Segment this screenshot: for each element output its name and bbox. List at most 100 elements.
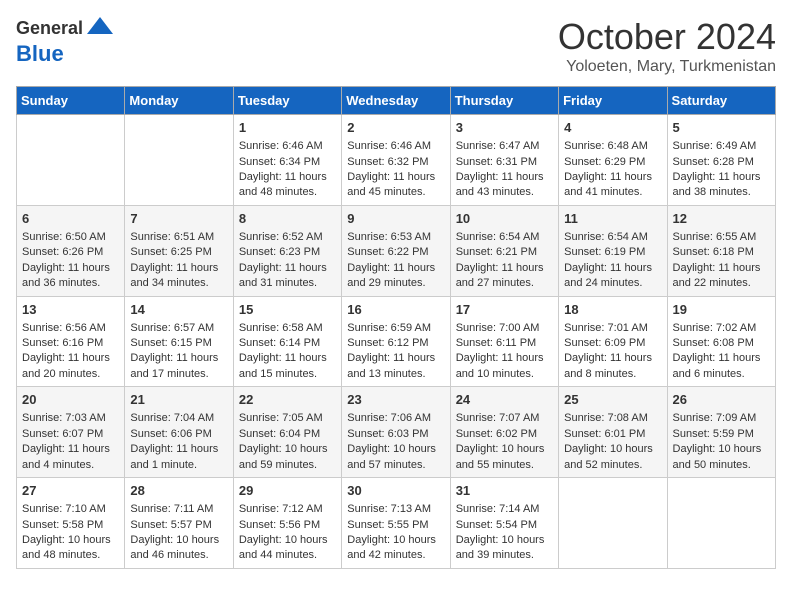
daylight-text: Daylight: 11 hours and 10 minutes. [456, 351, 553, 382]
daylight-text: Daylight: 11 hours and 8 minutes. [564, 351, 661, 382]
calendar-cell: 7Sunrise: 6:51 AMSunset: 6:25 PMDaylight… [125, 205, 233, 296]
sunset-text: Sunset: 6:15 PM [130, 336, 227, 351]
day-number: 1 [239, 119, 336, 137]
sunrise-text: Sunrise: 6:46 AM [347, 139, 444, 154]
page-header: General Blue October 2024 Yoloeten, Mary… [16, 16, 776, 76]
calendar-cell: 14Sunrise: 6:57 AMSunset: 6:15 PMDayligh… [125, 296, 233, 387]
day-number: 6 [22, 210, 119, 228]
weekday-header-row: SundayMondayTuesdayWednesdayThursdayFrid… [17, 87, 776, 115]
sunset-text: Sunset: 6:28 PM [673, 155, 770, 170]
sunset-text: Sunset: 6:21 PM [456, 245, 553, 260]
sunrise-text: Sunrise: 7:10 AM [22, 502, 119, 517]
daylight-text: Daylight: 11 hours and 15 minutes. [239, 351, 336, 382]
month-title: October 2024 [558, 16, 776, 58]
calendar-cell: 18 Sunrise: 7:01 AMSunset: 6:09 PMDayligh… [559, 296, 667, 387]
calendar-cell: 16Sunrise: 6:59 AMSunset: 6:12 PMDayligh… [342, 296, 450, 387]
calendar-cell: 9Sunrise: 6:53 AMSunset: 6:22 PMDaylight… [342, 205, 450, 296]
daylight-text: Daylight: 10 hours and 57 minutes. [347, 442, 444, 473]
daylight-text: Daylight: 10 hours and 48 minutes. [22, 533, 119, 564]
day-number: 9 [347, 210, 444, 228]
calendar-cell: 20 Sunrise: 7:03 AMSunset: 6:07 PMDayligh… [17, 387, 125, 478]
day-number: 25 [564, 391, 661, 409]
daylight-text: Daylight: 10 hours and 50 minutes. [673, 442, 770, 473]
calendar-cell: 31Sunrise: 7:14 AMSunset: 5:54 PMDayligh… [450, 478, 558, 569]
daylight-text: Daylight: 11 hours and 43 minutes. [456, 170, 553, 201]
sunrise-text: Sunrise: 6:49 AM [673, 139, 770, 154]
location-subtitle: Yoloeten, Mary, Turkmenistan [558, 58, 776, 76]
sunrise-text: Sunrise: 6:50 AM [22, 230, 119, 245]
calendar-cell: 2Sunrise: 6:46 AMSunset: 6:32 PMDaylight… [342, 115, 450, 206]
calendar-cell: 22Sunrise: 7:05 AMSunset: 6:04 PMDayligh… [233, 387, 341, 478]
sunrise-text: Sunrise: 7:01 AM [564, 321, 661, 336]
daylight-text: Daylight: 11 hours and 27 minutes. [456, 261, 553, 292]
calendar-cell: 24Sunrise: 7:07 AMSunset: 6:02 PMDayligh… [450, 387, 558, 478]
logo-icon [85, 12, 115, 42]
day-number: 24 [456, 391, 553, 409]
calendar-cell: 6Sunrise: 6:50 AMSunset: 6:26 PMDaylight… [17, 205, 125, 296]
daylight-text: Daylight: 10 hours and 52 minutes. [564, 442, 661, 473]
daylight-text: Daylight: 11 hours and 48 minutes. [239, 170, 336, 201]
weekday-header: Thursday [450, 87, 558, 115]
weekday-header: Friday [559, 87, 667, 115]
calendar-cell: 19Sunrise: 7:02 AMSunset: 6:08 PMDayligh… [667, 296, 775, 387]
sunrise-text: Sunrise: 7:14 AM [456, 502, 553, 517]
day-number: 5 [673, 119, 770, 137]
sunrise-text: Sunrise: 6:51 AM [130, 230, 227, 245]
sunset-text: Sunset: 5:55 PM [347, 518, 444, 533]
sunrise-text: Sunrise: 6:54 AM [564, 230, 661, 245]
day-number: 16 [347, 301, 444, 319]
sunset-text: Sunset: 6:07 PM [22, 427, 119, 442]
calendar-cell: 10Sunrise: 6:54 AMSunset: 6:21 PMDayligh… [450, 205, 558, 296]
daylight-text: Daylight: 11 hours and 1 minute. [130, 442, 227, 473]
sunset-text: Sunset: 6:01 PM [564, 427, 661, 442]
sunrise-text: Sunrise: 6:56 AM [22, 321, 119, 336]
daylight-text: Daylight: 10 hours and 39 minutes. [456, 533, 553, 564]
calendar-cell: 28Sunrise: 7:11 AMSunset: 5:57 PMDayligh… [125, 478, 233, 569]
sunset-text: Sunset: 6:09 PM [564, 336, 661, 351]
sunset-text: Sunset: 6:02 PM [456, 427, 553, 442]
daylight-text: Daylight: 11 hours and 4 minutes. [22, 442, 119, 473]
daylight-text: Daylight: 11 hours and 20 minutes. [22, 351, 119, 382]
calendar-cell: 15Sunrise: 6:58 AMSunset: 6:14 PMDayligh… [233, 296, 341, 387]
day-number: 8 [239, 210, 336, 228]
daylight-text: Daylight: 11 hours and 24 minutes. [564, 261, 661, 292]
sunrise-text: Sunrise: 6:55 AM [673, 230, 770, 245]
day-number: 21 [130, 391, 227, 409]
sunset-text: Sunset: 6:06 PM [130, 427, 227, 442]
day-number: 20 [22, 391, 119, 409]
weekday-header: Tuesday [233, 87, 341, 115]
calendar-table: SundayMondayTuesdayWednesdayThursdayFrid… [16, 86, 776, 569]
calendar-cell [125, 115, 233, 206]
sunrise-text: Sunrise: 6:48 AM [564, 139, 661, 154]
calendar-cell: 17Sunrise: 7:00 AMSunset: 6:11 PMDayligh… [450, 296, 558, 387]
calendar-cell: 8Sunrise: 6:52 AMSunset: 6:23 PMDaylight… [233, 205, 341, 296]
sunrise-text: Sunrise: 7:02 AM [673, 321, 770, 336]
sunset-text: Sunset: 6:31 PM [456, 155, 553, 170]
sunset-text: Sunset: 5:56 PM [239, 518, 336, 533]
weekday-header: Monday [125, 87, 233, 115]
daylight-text: Daylight: 10 hours and 55 minutes. [456, 442, 553, 473]
calendar-week-row: 1Sunrise: 6:46 AMSunset: 6:34 PMDaylight… [17, 115, 776, 206]
logo: General Blue [16, 16, 115, 66]
daylight-text: Daylight: 11 hours and 34 minutes. [130, 261, 227, 292]
sunset-text: Sunset: 5:58 PM [22, 518, 119, 533]
sunset-text: Sunset: 6:08 PM [673, 336, 770, 351]
calendar-cell: 21 Sunrise: 7:04 AMSunset: 6:06 PMDayligh… [125, 387, 233, 478]
sunset-text: Sunset: 6:11 PM [456, 336, 553, 351]
weekday-header: Saturday [667, 87, 775, 115]
daylight-text: Daylight: 11 hours and 29 minutes. [347, 261, 444, 292]
calendar-cell [559, 478, 667, 569]
sunrise-text: Sunrise: 6:59 AM [347, 321, 444, 336]
daylight-text: Daylight: 11 hours and 45 minutes. [347, 170, 444, 201]
sunrise-text: Sunrise: 7:04 AM [130, 411, 227, 426]
sunrise-text: Sunrise: 7:03 AM [22, 411, 119, 426]
calendar-cell: 30Sunrise: 7:13 AMSunset: 5:55 PMDayligh… [342, 478, 450, 569]
calendar-cell: 25Sunrise: 7:08 AMSunset: 6:01 PMDayligh… [559, 387, 667, 478]
calendar-cell [667, 478, 775, 569]
day-number: 18 [564, 301, 661, 319]
calendar-cell: 3Sunrise: 6:47 AMSunset: 6:31 PMDaylight… [450, 115, 558, 206]
calendar-week-row: 27Sunrise: 7:10 AMSunset: 5:58 PMDayligh… [17, 478, 776, 569]
day-number: 27 [22, 482, 119, 500]
sunrise-text: Sunrise: 6:53 AM [347, 230, 444, 245]
sunrise-text: Sunrise: 7:13 AM [347, 502, 444, 517]
